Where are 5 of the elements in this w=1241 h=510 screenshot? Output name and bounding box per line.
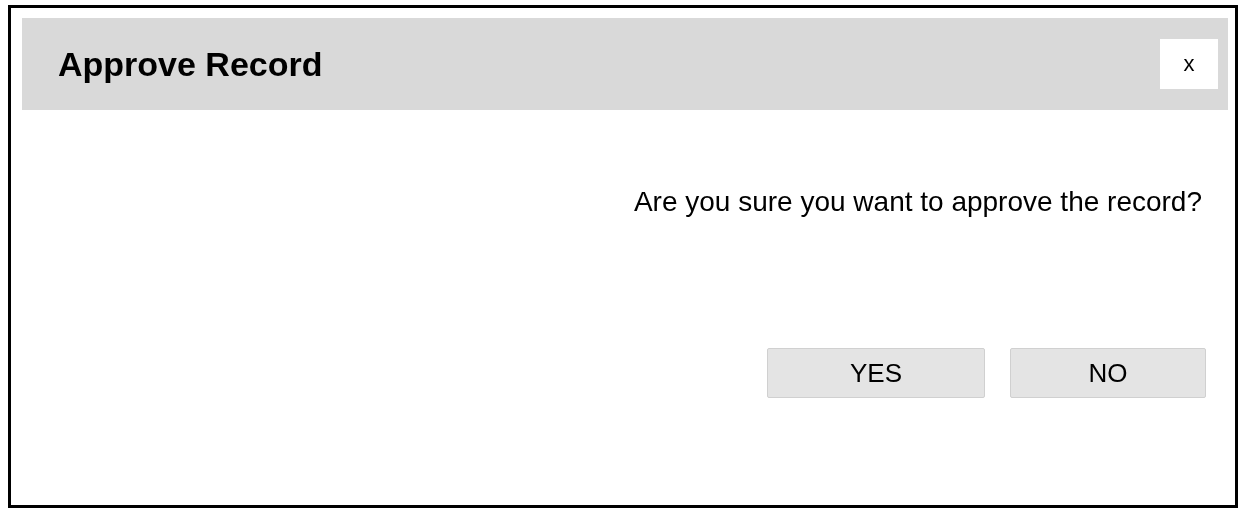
confirmation-message: Are you sure you want to approve the record? — [632, 186, 1202, 218]
close-button[interactable]: x — [1160, 39, 1218, 89]
confirm-button[interactable]: YES — [767, 348, 985, 398]
cancel-button[interactable]: NO — [1010, 348, 1206, 398]
dialog-title: Approve Record — [58, 44, 323, 84]
